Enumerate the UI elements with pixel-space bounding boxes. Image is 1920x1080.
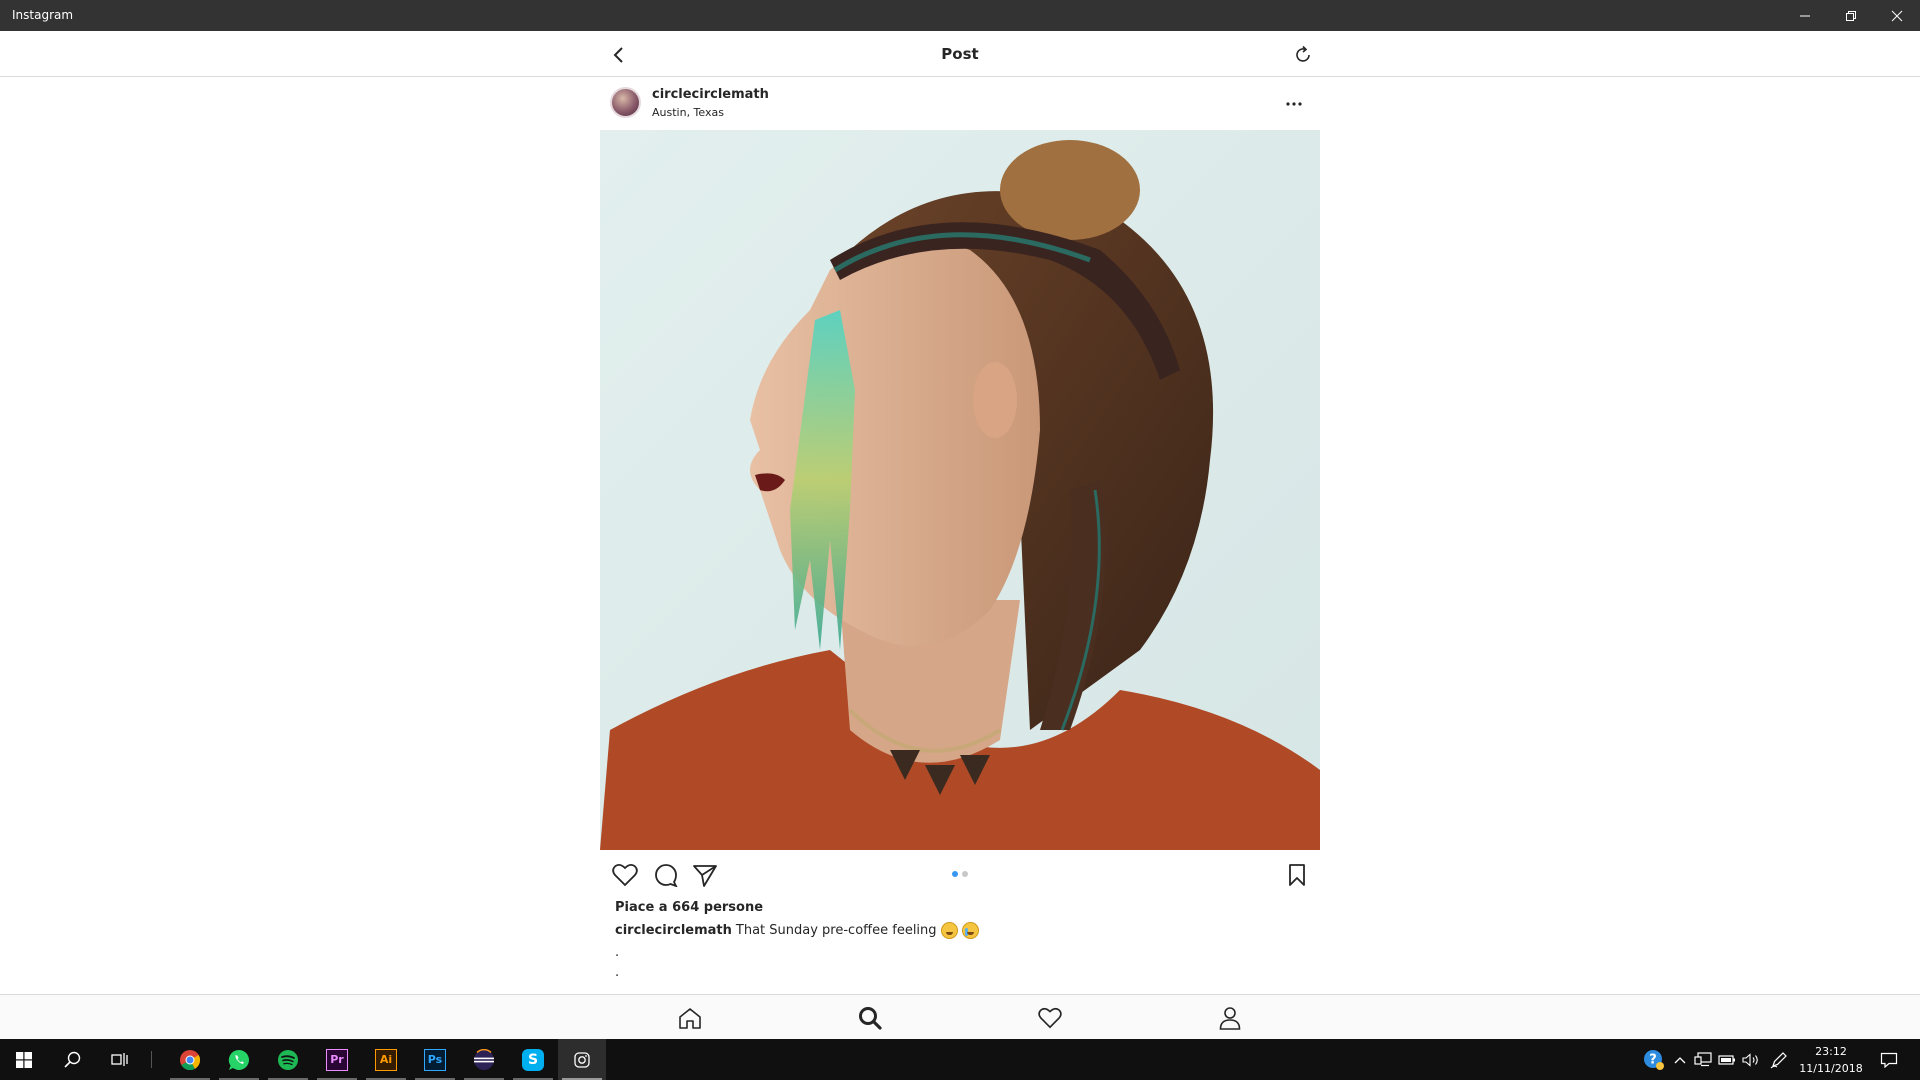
- crying-face-emoji: [961, 922, 979, 939]
- taskbar-app-premiere[interactable]: Pr: [313, 1039, 361, 1080]
- app-header: Post: [0, 31, 1920, 77]
- illustrator-icon: Ai: [375, 1048, 397, 1071]
- search-icon: [859, 1007, 882, 1030]
- taskbar-app-illustrator[interactable]: Ai: [362, 1039, 410, 1080]
- page-title: Post: [941, 45, 979, 63]
- carousel-dot: [962, 871, 968, 877]
- save-button[interactable]: [1282, 860, 1312, 890]
- tray-network[interactable]: [1692, 1039, 1714, 1080]
- taskbar-app-instagram[interactable]: [558, 1039, 606, 1080]
- instagram-icon: [574, 1051, 590, 1068]
- caption-text: That Sunday pre-coffee feeling: [735, 923, 937, 938]
- share-button[interactable]: [690, 860, 720, 890]
- spotify-icon: [278, 1049, 298, 1070]
- window-titlebar: Instagram: [0, 0, 1920, 31]
- post-actions: [600, 858, 1320, 890]
- tray-help[interactable]: ?: [1640, 1039, 1668, 1080]
- search-icon: [63, 1051, 80, 1068]
- taskbar-app-spotify[interactable]: [264, 1039, 312, 1080]
- notification-icon: [1880, 1052, 1898, 1068]
- post-header: circlecirclemath Austin, Texas: [600, 78, 1320, 130]
- more-options-button[interactable]: [1282, 92, 1306, 116]
- minimize-button[interactable]: [1782, 0, 1828, 31]
- whatsapp-icon: [228, 1049, 249, 1070]
- post-username[interactable]: circlecirclemath: [652, 87, 769, 102]
- taskbar-app-eclipse[interactable]: [460, 1039, 508, 1080]
- send-icon: [693, 865, 717, 887]
- svg-text:?: ?: [1649, 1052, 1657, 1067]
- post-photo[interactable]: [600, 130, 1320, 850]
- chevron-left-icon: [613, 47, 623, 63]
- taskbar-clock[interactable]: 23:12 11/11/2018: [1790, 1043, 1872, 1077]
- carousel-indicator: [952, 871, 968, 877]
- network-icon: [1694, 1052, 1712, 1067]
- restore-button[interactable]: [1828, 0, 1874, 31]
- profile-icon: [1219, 1007, 1241, 1030]
- chevron-up-icon: [1674, 1056, 1686, 1063]
- restore-icon: [1846, 10, 1856, 21]
- comment-icon: [655, 864, 678, 887]
- tray-volume[interactable]: [1740, 1039, 1762, 1080]
- nav-search[interactable]: [854, 1002, 886, 1034]
- start-button[interactable]: [0, 1039, 48, 1080]
- photoshop-icon: Ps: [424, 1048, 446, 1071]
- refresh-icon: [1296, 45, 1310, 62]
- post-location[interactable]: Austin, Texas: [652, 106, 724, 119]
- close-button[interactable]: [1874, 0, 1920, 31]
- taskbar-app-whatsapp[interactable]: [215, 1039, 263, 1080]
- taskbar-separator: [151, 1051, 152, 1068]
- comment-button[interactable]: [651, 860, 681, 890]
- carousel-dot-active: [952, 871, 958, 877]
- heart-icon: [612, 863, 638, 887]
- avatar[interactable]: [610, 87, 641, 118]
- caption-line: .: [615, 945, 620, 960]
- tray-show-hidden-icons[interactable]: [1670, 1039, 1690, 1080]
- back-button[interactable]: [604, 40, 634, 70]
- windows-logo-icon: [16, 1051, 32, 1068]
- taskbar-app-chrome[interactable]: [166, 1039, 214, 1080]
- sleepy-face-emoji: [940, 922, 958, 939]
- action-center-button[interactable]: [1872, 1039, 1906, 1080]
- taskbar-app-skype[interactable]: S: [509, 1039, 557, 1080]
- bottom-navigation: [0, 994, 1920, 1039]
- windows-taskbar: Pr Ai Ps S ? 23:12 11/11/2018: [0, 1039, 1920, 1080]
- skype-icon: S: [522, 1048, 544, 1071]
- like-button[interactable]: [610, 860, 640, 890]
- pen-icon: [1770, 1051, 1787, 1068]
- nav-home[interactable]: [674, 1002, 706, 1034]
- taskbar-app-photoshop[interactable]: Ps: [411, 1039, 459, 1080]
- task-view-button[interactable]: [96, 1039, 144, 1080]
- caption-line: .: [615, 965, 620, 980]
- refresh-button[interactable]: [1288, 40, 1318, 70]
- tray-pen-workspace[interactable]: [1768, 1039, 1790, 1080]
- minimize-icon: [1800, 15, 1810, 16]
- nav-activity[interactable]: [1034, 1002, 1066, 1034]
- taskbar-search-button[interactable]: [48, 1039, 96, 1080]
- caption-username[interactable]: circlecirclemath: [615, 923, 732, 938]
- task-view-icon: [111, 1052, 128, 1066]
- battery-icon: [1718, 1054, 1735, 1065]
- volume-icon: [1742, 1052, 1758, 1067]
- home-icon: [679, 1008, 701, 1029]
- clock-time: 23:12: [1815, 1045, 1847, 1058]
- premiere-icon: Pr: [326, 1048, 348, 1071]
- eclipse-icon: [474, 1048, 494, 1070]
- more-icon: [1286, 102, 1302, 106]
- close-icon: [1891, 10, 1903, 21]
- help-icon: ?: [1644, 1049, 1664, 1070]
- chrome-icon: [180, 1049, 201, 1070]
- tray-battery[interactable]: [1716, 1039, 1738, 1080]
- likes-count[interactable]: Piace a 664 persone: [615, 900, 763, 915]
- nav-profile[interactable]: [1214, 1002, 1246, 1034]
- portrait-image: [600, 130, 1320, 850]
- window-title: Instagram: [12, 8, 74, 22]
- heart-icon: [1038, 1007, 1062, 1029]
- bookmark-icon: [1289, 864, 1305, 886]
- clock-date: 11/11/2018: [1799, 1062, 1863, 1075]
- post-caption: circlecirclemath That Sunday pre-coffee …: [615, 922, 979, 939]
